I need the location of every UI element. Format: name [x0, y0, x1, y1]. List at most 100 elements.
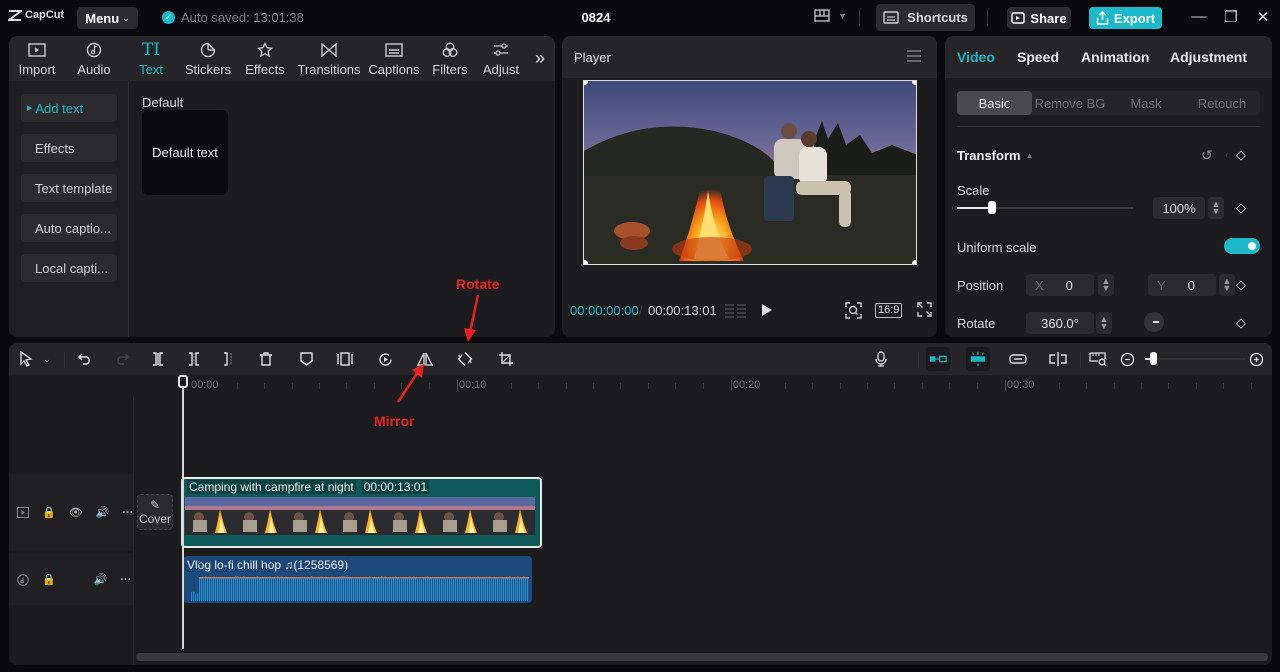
keyframe-diamond-icon[interactable]: ◇ [1236, 147, 1246, 163]
undo-button[interactable] [76, 350, 94, 368]
timeline-grid-icon[interactable] [725, 303, 747, 318]
tab-video[interactable]: Video [957, 49, 995, 65]
reset-icon[interactable]: ↺ [1201, 147, 1213, 164]
freeze-frame-button[interactable] [336, 350, 354, 368]
rotate-button[interactable] [456, 350, 474, 368]
export-button[interactable]: Export [1089, 7, 1162, 29]
subtab-retouch[interactable]: Retouch [1184, 91, 1260, 115]
lock-icon[interactable]: 🔒 [42, 506, 56, 519]
crop-button[interactable] [497, 350, 515, 368]
tab-stickers[interactable]: Stickers [179, 36, 237, 81]
keyframe-diamond-icon[interactable]: ◇ [1236, 200, 1246, 216]
more-tabs-button[interactable]: » [525, 36, 555, 81]
video-clip[interactable]: Camping with campfire at night 00:00:13:… [181, 477, 542, 548]
record-voice-button[interactable] [872, 350, 890, 368]
position-y-stepper[interactable]: ▲ ▼ [1219, 274, 1235, 296]
uniform-scale-toggle[interactable] [1224, 238, 1260, 254]
sidebar-item-local-captions[interactable]: Local capti... [21, 254, 117, 282]
subtab-remove-bg[interactable]: Remove BG [1032, 91, 1108, 115]
keyframe-prev-icon[interactable]: ‹ [1225, 150, 1228, 161]
share-button[interactable]: Share [1007, 7, 1071, 29]
tab-audio[interactable]: Audio [65, 36, 123, 81]
subtab-mask[interactable]: Mask [1108, 91, 1184, 115]
sidebar-item-effects[interactable]: Effects [21, 134, 117, 162]
rotate-icon [457, 352, 473, 366]
chevron-down-icon[interactable]: ⌄ [38, 350, 56, 368]
tab-adjustment[interactable]: Adjustment [1170, 49, 1247, 65]
fullscreen-button[interactable] [917, 302, 932, 317]
tab-filters[interactable]: Filters [423, 36, 477, 81]
zoom-to-fit-button[interactable] [1089, 350, 1107, 368]
rotate-stepper[interactable]: ▲ ▼ [1096, 312, 1112, 334]
rotate-dial[interactable] [1144, 312, 1164, 332]
tab-animation[interactable]: Animation [1081, 49, 1149, 65]
keyframe-diamond-icon[interactable]: ◇ [1236, 315, 1246, 331]
more-icon[interactable]: ··· [120, 574, 131, 586]
waveform-bar [313, 578, 315, 601]
fit-view-button[interactable] [845, 302, 862, 319]
position-y-input[interactable]: Y 0 [1148, 274, 1216, 296]
tab-speed[interactable]: Speed [1017, 49, 1059, 65]
video-preview[interactable] [583, 80, 917, 265]
playhead[interactable] [182, 379, 184, 649]
default-text-card[interactable]: Default text [142, 110, 228, 195]
rotate-input[interactable]: 360.0° [1026, 312, 1094, 334]
horizontal-scrollbar[interactable] [136, 653, 1268, 661]
tab-transitions[interactable]: Transitions [293, 36, 365, 81]
sidebar-item-text-template[interactable]: Text template [21, 174, 117, 202]
aspect-ratio-button[interactable]: 16:9 [875, 303, 903, 318]
cover-button[interactable]: ✎ Cover [137, 494, 173, 530]
reverse-button[interactable] [376, 350, 394, 368]
minimize-button[interactable]: — [1189, 8, 1209, 25]
sidebar-item-auto-captions[interactable]: Auto captio... [21, 214, 117, 242]
timeline-zoom-slider[interactable] [1145, 352, 1245, 365]
scale-stepper[interactable]: ▲ ▼ [1208, 197, 1224, 219]
annotation-rotate-arrow [464, 294, 480, 342]
tab-adjust[interactable]: Adjust [477, 36, 525, 81]
tab-effects[interactable]: Effects [237, 36, 293, 81]
shortcuts-button[interactable]: Shortcuts [876, 4, 975, 31]
auto-snap-button[interactable] [969, 350, 987, 368]
position-x-input[interactable]: X 0 [1026, 274, 1094, 296]
scale-input[interactable]: 100% [1153, 197, 1205, 219]
sidebar-item-add-text[interactable]: ▶ Add text [21, 94, 117, 122]
keyframe-diamond-icon[interactable]: ◇ [1236, 277, 1246, 293]
main-track-magnet-button[interactable] [929, 350, 947, 368]
restore-button[interactable]: ❐ [1221, 8, 1241, 26]
lock-icon[interactable]: 🔒 [42, 573, 56, 586]
more-icon[interactable]: ··· [122, 507, 133, 519]
play-button[interactable] [761, 303, 773, 317]
delete-button[interactable] [257, 350, 275, 368]
tab-text[interactable]: TI Text [123, 36, 179, 81]
split-left-button[interactable] [185, 350, 203, 368]
tab-captions[interactable]: Captions [365, 36, 423, 81]
scale-slider[interactable] [957, 201, 1133, 214]
transform-section-header[interactable]: Transform ▲ [957, 148, 1034, 163]
speaker-icon[interactable]: 🔊 [96, 506, 110, 519]
hamburger-menu-icon[interactable] [907, 50, 921, 65]
split-right-button[interactable] [220, 350, 238, 368]
speaker-icon[interactable]: 🔊 [94, 573, 108, 586]
zoom-slider-knob[interactable] [1150, 352, 1157, 365]
zoom-out-button[interactable] [1118, 350, 1136, 368]
waveform-bar [443, 578, 445, 601]
timeline-ruler[interactable]: 00:00 |00:10 |00:20 |00:30 [9, 375, 1272, 397]
zoom-in-button[interactable] [1247, 350, 1265, 368]
linkage-button[interactable] [1009, 350, 1027, 368]
position-x-stepper[interactable]: ▲ ▼ [1098, 274, 1114, 296]
preview-axis-button[interactable] [1049, 350, 1067, 368]
close-button[interactable]: ✕ [1253, 8, 1273, 26]
audio-clip[interactable]: Vlog lo-fi chill hop ♫(1258569) [183, 556, 532, 603]
layout-button[interactable]: ▼ [814, 9, 847, 22]
select-tool-button[interactable] [17, 350, 35, 368]
playhead-handle[interactable] [178, 375, 188, 388]
waveform-bar [191, 592, 193, 601]
eye-icon[interactable]: 👁 [69, 506, 83, 519]
redo-button[interactable] [113, 350, 131, 368]
marker-button[interactable] [297, 350, 315, 368]
menu-button[interactable]: Menu ⌄ [77, 7, 138, 29]
split-button[interactable] [149, 350, 167, 368]
scale-slider-knob[interactable] [988, 201, 997, 214]
subtab-basic[interactable]: Basic [957, 91, 1032, 115]
tab-import[interactable]: Import [9, 36, 65, 81]
